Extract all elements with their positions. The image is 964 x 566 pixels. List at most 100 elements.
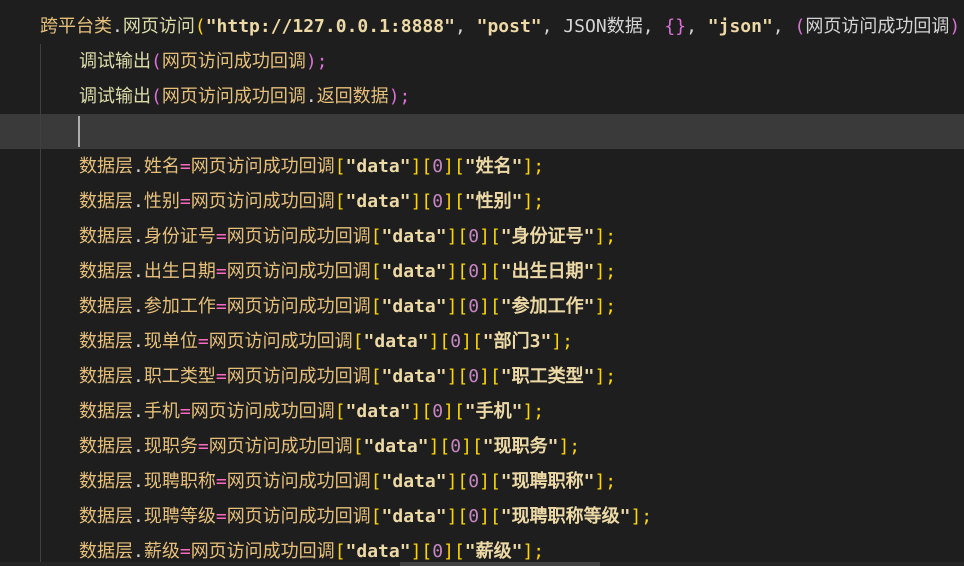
code-token: 数据层 — [79, 366, 133, 387]
code-text: 跨平台类.网页访问("http://127.0.0.1:8888", "post… — [40, 9, 964, 44]
code-text: 调试输出(网页访问成功回调); — [79, 44, 328, 79]
code-token: "data" — [345, 401, 411, 422]
indent-guide — [40, 149, 41, 184]
indent-guide — [40, 429, 41, 464]
indent-guide — [40, 359, 41, 394]
code-token: 网页访问成功回调 — [226, 506, 371, 527]
code-line[interactable]: 数据层.出生日期=网页访问成功回调["data"][0]["出生日期"]; — [0, 254, 964, 289]
code-token: , — [541, 16, 564, 37]
code-token: ] — [446, 471, 458, 492]
code-token: ) — [949, 16, 961, 37]
code-token: 数据层 — [79, 471, 133, 492]
code-token: [ — [457, 261, 469, 282]
code-line[interactable] — [0, 114, 964, 149]
code-token: , — [686, 16, 708, 37]
code-token: ] — [428, 436, 440, 457]
code-token: = — [197, 331, 209, 352]
code-line[interactable]: 数据层.参加工作=网页访问成功回调["data"][0]["参加工作"]; — [0, 289, 964, 324]
code-token: "出生日期" — [500, 261, 595, 282]
scrollbar-thumb[interactable] — [400, 562, 600, 566]
code-token: ]; — [522, 541, 545, 562]
code-text: 数据层.现聘等级=网页访问成功回调["data"][0]["现聘职称等级"]; — [79, 499, 652, 534]
code-token: [ — [334, 191, 346, 212]
code-token: . — [133, 156, 144, 177]
code-token: . — [133, 366, 144, 387]
code-token: "http://127.0.0.1:8888" — [205, 16, 455, 37]
code-text: 数据层.现职务=网页访问成功回调["data"][0]["现职务"]; — [79, 429, 580, 464]
code-token: ( — [794, 16, 806, 37]
code-token: 0 — [468, 296, 480, 317]
code-line[interactable]: 数据层.现单位=网页访问成功回调["data"][0]["部门3"]; — [0, 324, 964, 359]
code-token: 0 — [450, 436, 462, 457]
code-text: 数据层.现聘职称=网页访问成功回调["data"][0]["现聘职称"]; — [79, 464, 616, 499]
code-token: [ — [453, 156, 465, 177]
code-token: [ — [457, 471, 469, 492]
code-token: 参加工作 — [143, 296, 216, 317]
code-token: ] — [479, 506, 490, 527]
code-line[interactable]: 数据层.手机=网页访问成功回调["data"][0]["手机"]; — [0, 394, 964, 429]
code-token: "json" — [707, 16, 773, 37]
code-token: = — [215, 471, 227, 492]
code-token: = — [215, 226, 227, 247]
horizontal-scrollbar[interactable] — [0, 562, 964, 566]
code-token: = — [179, 401, 191, 422]
code-line[interactable]: 数据层.身份证号=网页访问成功回调["data"][0]["身份证号"]; — [0, 219, 964, 254]
indent-guide — [40, 289, 41, 324]
code-token: 数据层 — [79, 401, 133, 422]
code-token: ] — [479, 296, 490, 317]
code-token: ] — [479, 261, 490, 282]
code-token: , — [454, 16, 477, 37]
code-token: [ — [352, 436, 364, 457]
code-token: 0 — [468, 366, 480, 387]
indent-guide — [40, 464, 41, 499]
code-line[interactable]: 数据层.姓名=网页访问成功回调["data"][0]["姓名"]; — [0, 149, 964, 184]
code-line[interactable]: 数据层.现职务=网页访问成功回调["data"][0]["现职务"]; — [0, 429, 964, 464]
code-token: = — [179, 156, 191, 177]
code-token: 网页访问成功回调 — [190, 541, 335, 562]
code-token: [ — [471, 436, 483, 457]
code-token: "手机" — [464, 401, 523, 422]
code-token: . — [112, 16, 123, 37]
code-token: "data" — [345, 156, 411, 177]
code-line[interactable]: 数据层.现聘等级=网页访问成功回调["data"][0]["现聘职称等级"]; — [0, 499, 964, 534]
code-token: 现聘职称 — [143, 471, 216, 492]
code-token: ]; — [551, 331, 573, 352]
code-line[interactable]: 跨平台类.网页访问("http://127.0.0.1:8888", "post… — [0, 9, 964, 44]
code-token: , — [772, 16, 795, 37]
code-token: "姓名" — [464, 156, 523, 177]
code-token: 0 — [450, 331, 462, 352]
code-text: 数据层.参加工作=网页访问成功回调["data"][0]["参加工作"]; — [79, 289, 616, 324]
code-token: [ — [489, 296, 501, 317]
code-token: . — [133, 296, 144, 317]
code-token: 调试输出 — [79, 86, 151, 107]
code-token: {} — [664, 16, 687, 37]
code-token: 性别 — [143, 191, 180, 212]
code-token: [ — [489, 366, 501, 387]
code-token: 薪级 — [143, 541, 180, 562]
code-line[interactable]: 调试输出(网页访问成功回调.返回数据); — [0, 79, 964, 114]
code-token: . — [133, 331, 144, 352]
code-token: 0 — [432, 156, 444, 177]
code-token: [ — [457, 226, 469, 247]
indent-guide — [40, 254, 41, 289]
code-editor[interactable]: 跨平台类.网页访问("http://127.0.0.1:8888", "post… — [0, 0, 964, 566]
code-token: [ — [370, 296, 382, 317]
code-token: [ — [489, 226, 501, 247]
code-token: 网页访问成功回调 — [226, 226, 371, 247]
code-line[interactable]: 数据层.职工类型=网页访问成功回调["data"][0]["职工类型"]; — [0, 359, 964, 394]
code-text: 数据层.出生日期=网页访问成功回调["data"][0]["出生日期"]; — [79, 254, 616, 289]
code-token: ] — [443, 156, 454, 177]
code-token: ( — [151, 86, 162, 107]
code-line[interactable]: 数据层.现聘职称=网页访问成功回调["data"][0]["现聘职称"]; — [0, 464, 964, 499]
code-token: 现聘等级 — [143, 506, 216, 527]
code-text: 调试输出(网页访问成功回调.返回数据); — [79, 79, 410, 114]
code-token: 网页访问成功回调 — [190, 191, 335, 212]
code-token: ] — [461, 331, 472, 352]
code-token: "data" — [381, 506, 447, 527]
code-line[interactable]: 数据层.性别=网页访问成功回调["data"][0]["性别"]; — [0, 184, 964, 219]
code-line[interactable]: 调试输出(网页访问成功回调); — [0, 44, 964, 79]
code-token: 数据层 — [79, 331, 133, 352]
code-token: [ — [421, 541, 433, 562]
code-token: 网页访问成功回调 — [208, 331, 353, 352]
indent-guide — [40, 499, 41, 534]
